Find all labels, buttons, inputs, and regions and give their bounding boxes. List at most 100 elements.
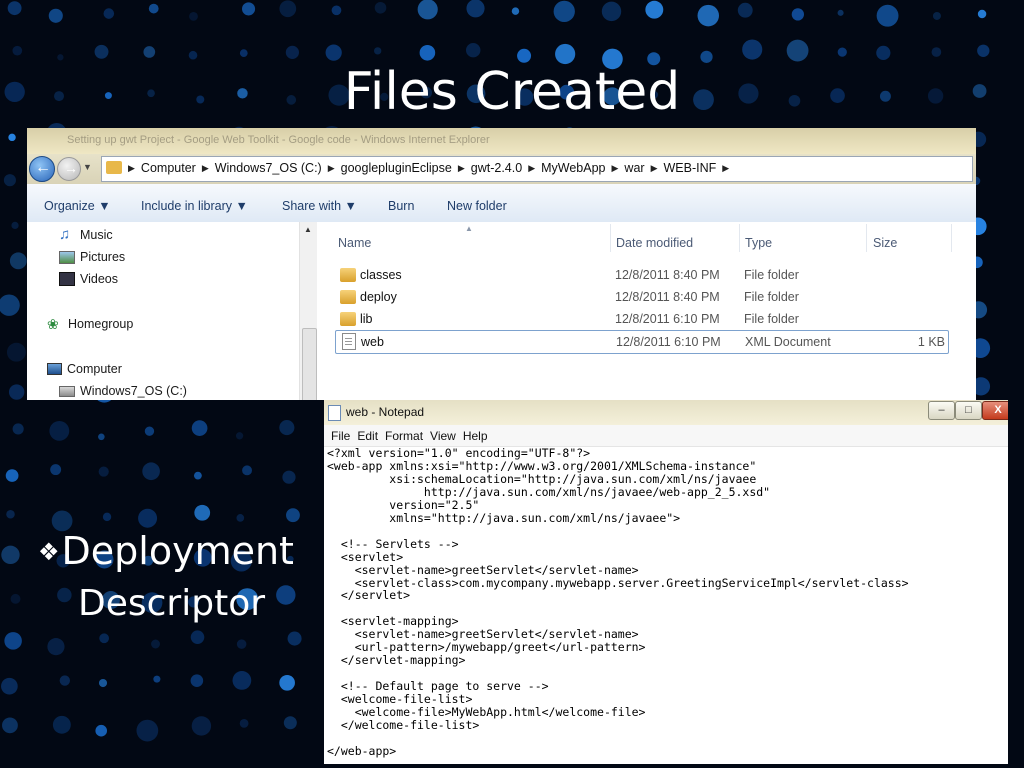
background-dot bbox=[98, 678, 108, 688]
background-dot bbox=[517, 48, 532, 63]
column-divider[interactable] bbox=[610, 224, 611, 252]
nav-item-videos[interactable]: Videos bbox=[59, 272, 118, 286]
minimize-button[interactable]: ‒ bbox=[928, 401, 955, 420]
background-dot bbox=[0, 294, 20, 316]
background-dot bbox=[153, 675, 161, 683]
background-dot bbox=[94, 44, 109, 59]
breadcrumb-item[interactable]: Windows7_OS (C:) bbox=[215, 161, 322, 175]
breadcrumb-separator-icon[interactable]: ▶ bbox=[458, 163, 465, 175]
background-dot bbox=[791, 8, 805, 21]
background-dot bbox=[48, 8, 63, 23]
nav-item-drive[interactable]: Windows7_OS (C:) bbox=[59, 384, 187, 398]
nav-pane-scrollbar[interactable]: ▲ bbox=[299, 222, 317, 400]
background-dot bbox=[4, 632, 22, 650]
menu-edit[interactable]: Edit bbox=[350, 425, 378, 446]
back-button[interactable]: ← bbox=[29, 156, 55, 182]
close-button[interactable]: X bbox=[982, 401, 1008, 420]
column-divider[interactable] bbox=[951, 224, 952, 252]
file-row-web[interactable]: web 12/8/2011 6:10 PM XML Document 1 KB bbox=[335, 330, 949, 354]
recent-pages-dropdown[interactable]: ▼ bbox=[83, 162, 92, 172]
menu-view[interactable]: View bbox=[423, 425, 456, 446]
notepad-text-area[interactable]: <?xml version="1.0" encoding="UTF-8"?> <… bbox=[327, 447, 909, 758]
background-dot bbox=[8, 133, 16, 142]
background-dot bbox=[977, 44, 990, 57]
share-with-button[interactable]: Share with ▼ bbox=[282, 199, 357, 213]
breadcrumb-item[interactable]: MyWebApp bbox=[541, 161, 605, 175]
column-divider[interactable] bbox=[739, 224, 740, 252]
background-dot bbox=[193, 471, 202, 480]
background-dot bbox=[57, 54, 64, 61]
background-dot bbox=[374, 47, 382, 55]
column-header-type[interactable]: Type bbox=[745, 236, 772, 250]
notepad-title-bar[interactable]: web - Notepad ‒ □ X bbox=[324, 400, 1008, 425]
scroll-up-arrow-icon[interactable]: ▲ bbox=[304, 225, 312, 234]
background-dot bbox=[49, 420, 70, 441]
file-date: 12/8/2011 6:10 PM bbox=[616, 335, 721, 349]
notepad-menu-bar: File Edit Format View Help bbox=[324, 425, 1008, 447]
background-dot bbox=[190, 630, 205, 644]
breadcrumb-separator-icon[interactable]: ▶ bbox=[202, 163, 209, 175]
xml-document-icon bbox=[342, 333, 356, 350]
background-dot bbox=[188, 50, 198, 60]
column-header-date-modified[interactable]: Date modified bbox=[616, 236, 693, 250]
breadcrumb-separator-icon[interactable]: ▶ bbox=[612, 163, 619, 175]
menu-help[interactable]: Help bbox=[456, 425, 488, 446]
forward-arrow-icon: → bbox=[64, 160, 78, 176]
forward-button[interactable]: → bbox=[57, 157, 81, 181]
nav-item-pictures[interactable]: Pictures bbox=[59, 250, 125, 264]
maximize-button[interactable]: □ bbox=[955, 401, 982, 420]
background-dot bbox=[12, 423, 24, 435]
address-bar-area: ← → ▼ ▶ Computer ▶ Windows7_OS (C:) ▶ googlep… bbox=[27, 154, 976, 184]
scrollbar-thumb[interactable] bbox=[302, 328, 317, 400]
background-dot bbox=[189, 11, 198, 21]
menu-format[interactable]: Format bbox=[378, 425, 423, 446]
breadcrumb-separator-icon[interactable]: ▶ bbox=[722, 163, 729, 175]
breadcrumb-item[interactable]: war bbox=[624, 161, 644, 175]
film-icon bbox=[59, 272, 75, 286]
file-row-lib[interactable]: lib 12/8/2011 6:10 PM File folder bbox=[335, 308, 947, 330]
new-folder-button[interactable]: New folder bbox=[447, 199, 507, 213]
column-divider[interactable] bbox=[866, 224, 867, 252]
background-dot bbox=[151, 639, 160, 649]
background-dot bbox=[242, 465, 253, 476]
breadcrumb-item[interactable]: gwt-2.4.0 bbox=[471, 161, 522, 175]
background-dot bbox=[47, 638, 65, 656]
music-note-icon: ♫ bbox=[59, 226, 71, 243]
background-dot bbox=[279, 674, 295, 691]
menu-file[interactable]: File bbox=[324, 425, 350, 446]
background-dot bbox=[3, 174, 16, 187]
breadcrumb-separator-icon[interactable]: ▶ bbox=[528, 163, 535, 175]
background-dot bbox=[876, 4, 899, 27]
explorer-window: Setting up gwt Project - Google Web Tool… bbox=[27, 128, 976, 400]
column-header-name[interactable]: Name bbox=[338, 236, 371, 250]
breadcrumb-item[interactable]: Computer bbox=[141, 161, 196, 175]
background-dot bbox=[239, 719, 249, 728]
explorer-title-bar[interactable]: Setting up gwt Project - Google Web Tool… bbox=[27, 128, 976, 154]
navigation-pane: ♫ Music Pictures Videos ❀ Homegroup Comp… bbox=[27, 222, 315, 400]
folder-icon bbox=[340, 312, 356, 326]
nav-item-computer[interactable]: Computer bbox=[47, 362, 122, 376]
breadcrumb-separator-icon[interactable]: ▶ bbox=[128, 163, 135, 175]
file-row-classes[interactable]: classes 12/8/2011 8:40 PM File folder bbox=[335, 264, 947, 286]
organize-button[interactable]: Organize ▼ bbox=[44, 199, 111, 213]
column-header-size[interactable]: Size bbox=[873, 236, 897, 250]
nav-item-homegroup[interactable]: ❀ Homegroup bbox=[47, 317, 133, 331]
background-dot bbox=[511, 7, 520, 15]
breadcrumb-item[interactable]: googlepluginEclipse bbox=[341, 161, 452, 175]
burn-button[interactable]: Burn bbox=[388, 199, 414, 213]
include-in-library-button[interactable]: Include in library ▼ bbox=[141, 199, 248, 213]
nav-item-music[interactable]: ♫ Music bbox=[59, 226, 113, 243]
background-dot bbox=[287, 631, 302, 646]
background-dot bbox=[232, 671, 252, 690]
background-dot bbox=[466, 0, 485, 18]
breadcrumb-item[interactable]: WEB-INF bbox=[664, 161, 717, 175]
breadcrumb-separator-icon[interactable]: ▶ bbox=[328, 163, 335, 175]
background-dot bbox=[786, 39, 809, 62]
bullet-text-line2: Descriptor bbox=[78, 583, 266, 624]
background-dot bbox=[144, 426, 155, 436]
breadcrumb-separator-icon[interactable]: ▶ bbox=[651, 163, 658, 175]
file-row-deploy[interactable]: deploy 12/8/2011 8:40 PM File folder bbox=[335, 286, 947, 308]
folder-icon bbox=[340, 290, 356, 304]
background-dot bbox=[99, 633, 110, 644]
address-bar[interactable]: ▶ Computer ▶ Windows7_OS (C:) ▶ googlepluginE… bbox=[101, 156, 973, 182]
